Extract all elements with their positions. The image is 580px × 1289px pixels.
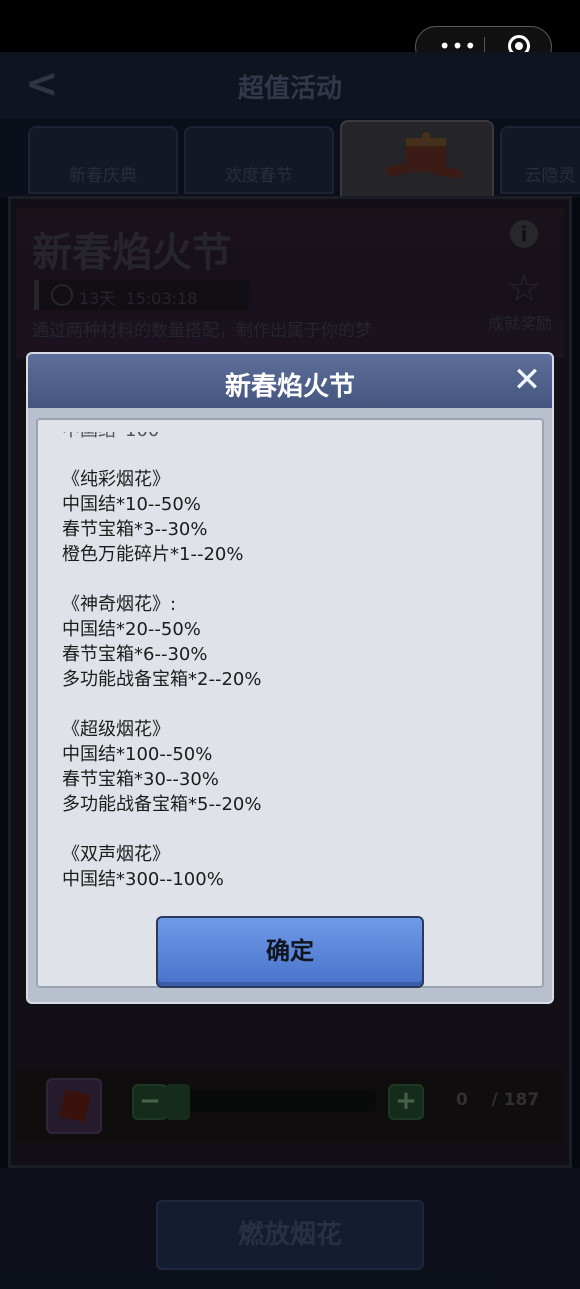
drop-rate-line: 春节宝箱*3--30% xyxy=(62,519,208,540)
section-title: 《神奇烟花》: xyxy=(62,594,177,615)
drop-rate-line: 多功能战备宝箱*5--20% xyxy=(62,794,262,815)
drop-rate-line: 多功能战备宝箱*2--20% xyxy=(62,669,262,690)
drop-rate-line: 中国结*10--50% xyxy=(62,494,201,515)
drop-rate-line: 中国结*100--50% xyxy=(62,744,213,765)
rules-dialog: 新春焰火节 ✕ 中国结*100--50% 《纯彩烟花》中国结*10--50% 春节… xyxy=(26,352,554,1004)
drop-rate-line: 春节宝箱*6--30% xyxy=(62,644,208,665)
drop-rate-line: 橙色万能碎片*1--20% xyxy=(62,544,244,565)
confirm-button[interactable]: 确定 xyxy=(156,916,424,988)
dialog-title: 新春焰火节 xyxy=(224,372,355,402)
dialog-body[interactable]: 中国结*100--50% 《纯彩烟花》中国结*10--50% 春节宝箱*3--30… xyxy=(36,418,544,988)
close-x-icon[interactable]: ✕ xyxy=(510,360,544,400)
section-title: 《双声烟花》 xyxy=(62,844,170,865)
scrolled-off-line: 中国结*100--50% xyxy=(62,432,202,442)
section-title: 《超级烟花》 xyxy=(62,719,170,740)
dialog-header: 新春焰火节 ✕ xyxy=(28,354,552,408)
drop-rate-line: 春节宝箱*30--30% xyxy=(62,769,219,790)
drop-rate-line: 中国结*20--50% xyxy=(62,619,201,640)
section-title: 《纯彩烟花》 xyxy=(62,469,170,490)
probability-list: 《纯彩烟花》中国结*10--50% 春节宝箱*3--30% 橙色万能碎片*1--20… xyxy=(62,442,522,892)
drop-rate-line: 中国结*300--100% xyxy=(62,869,224,890)
